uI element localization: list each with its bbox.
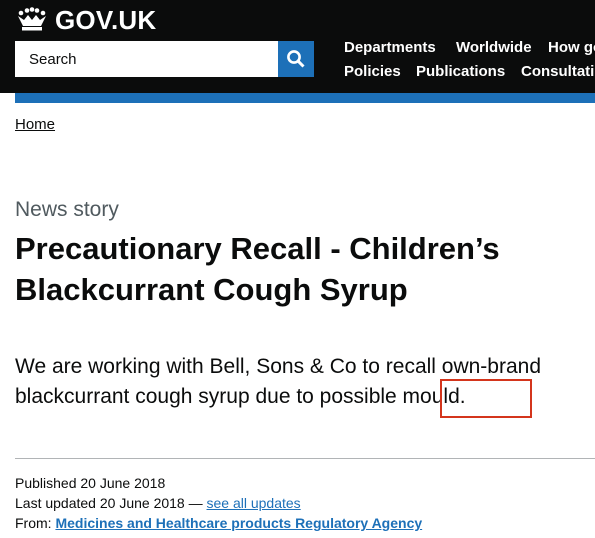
published-line: Published 20 June 2018 [15, 473, 165, 493]
breadcrumb-home-link[interactable]: Home [15, 116, 55, 133]
lead-line-1: We are working with Bell, Sons & Co to r… [15, 355, 542, 378]
nav-worldwide[interactable]: Worldwide [456, 39, 532, 56]
site-header: GOV.UK Departments Worldwide How go Poli… [0, 0, 595, 93]
page-title-line-2: Blackcurrant Cough Syrup [15, 272, 408, 307]
search-button[interactable] [278, 41, 314, 77]
page-title: Precautionary Recall - Children’s Blackc… [15, 228, 590, 310]
lead-line-2: blackcurrant cough syrup due to possible… [15, 385, 466, 408]
nav-policies[interactable]: Policies [344, 63, 401, 80]
divider [15, 458, 595, 459]
crown-icon [18, 7, 46, 31]
last-updated-date: 20 June 2018 — [99, 495, 203, 511]
header-accent-bar [15, 93, 595, 103]
highlight-box [440, 379, 532, 418]
published-label: Published [15, 475, 77, 491]
from-label: From: [15, 515, 52, 531]
govuk-logo-link[interactable]: GOV.UK [15, 5, 156, 35]
see-all-updates-link[interactable]: see all updates [207, 495, 301, 511]
search-icon [287, 50, 305, 68]
nav-publications[interactable]: Publications [416, 63, 505, 80]
document-type-caption: News story [15, 198, 119, 221]
last-updated-label: Last updated [15, 495, 96, 511]
nav-departments[interactable]: Departments [344, 39, 436, 56]
page-title-line-1: Precautionary Recall - Children’s [15, 231, 500, 266]
from-line: From: Medicines and Healthcare products … [15, 513, 422, 533]
search-input[interactable] [15, 41, 278, 77]
nav-how-government-works[interactable]: How go [548, 39, 595, 56]
published-date: 20 June 2018 [80, 475, 166, 491]
nav-consultations[interactable]: Consultatio [521, 63, 595, 80]
last-updated-line: Last updated 20 June 2018 — see all upda… [15, 493, 301, 513]
organisation-link[interactable]: Medicines and Healthcare products Regula… [55, 515, 422, 531]
logo-text: GOV.UK [55, 4, 157, 35]
